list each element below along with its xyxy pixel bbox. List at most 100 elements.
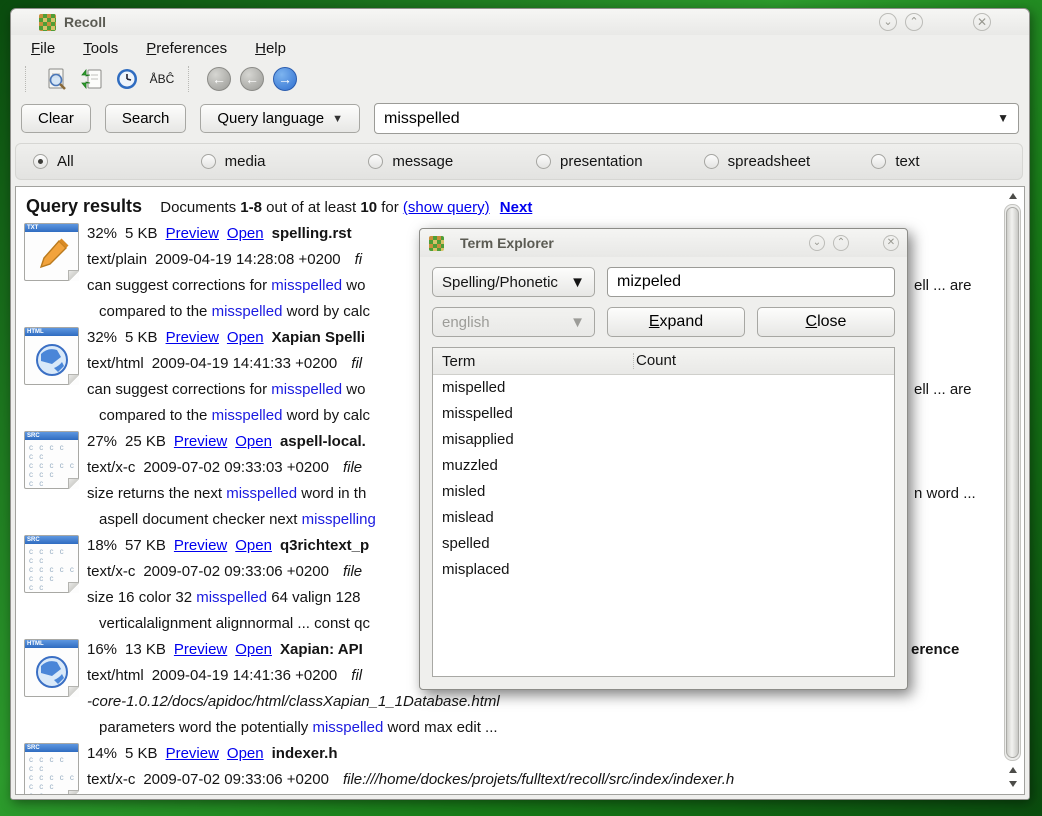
- file-url: file: [343, 563, 362, 580]
- filter-spreadsheet[interactable]: spreadsheet: [687, 153, 855, 170]
- dialog-controls: ⌄ ⌃ ✕: [809, 235, 899, 251]
- menu-preferences[interactable]: Preferences: [136, 38, 237, 59]
- file-size: 25 KB: [125, 433, 166, 450]
- maximize-button[interactable]: ⌃: [905, 13, 923, 31]
- preview-link[interactable]: Preview: [166, 329, 219, 346]
- filter-text[interactable]: text: [854, 153, 1022, 170]
- recoll-logo-icon: [429, 236, 444, 251]
- scroll-up-icon[interactable]: [1003, 763, 1022, 777]
- open-link[interactable]: Open: [235, 641, 272, 658]
- filter-presentation[interactable]: presentation: [519, 153, 687, 170]
- table-row[interactable]: mislead: [433, 505, 894, 531]
- scroll-up-icon[interactable]: [1003, 189, 1022, 203]
- column-term[interactable]: Term: [433, 353, 633, 370]
- term-explorer-abc-icon[interactable]: ÅBĈ: [149, 66, 175, 92]
- filter-all[interactable]: All: [16, 153, 184, 170]
- column-count[interactable]: Count: [633, 353, 766, 369]
- menu-file[interactable]: File: [21, 38, 65, 59]
- date: 2009-07-02 09:33:03 +0200: [143, 459, 329, 476]
- dialog-close-icon[interactable]: ✕: [883, 235, 899, 251]
- filter-radio-2[interactable]: [368, 154, 383, 169]
- date: 2009-04-19 14:41:36 +0200: [152, 667, 338, 684]
- document-preview-icon[interactable]: [44, 66, 70, 92]
- filter-media[interactable]: media: [184, 153, 352, 170]
- filter-radio-0[interactable]: [33, 154, 48, 169]
- file-url: file:///home/dockes/projets/fulltext/rec…: [343, 771, 734, 788]
- match-term: misspelled: [196, 589, 267, 606]
- file-url-continued: -core-1.0.12/docs/apidoc/html/classXapia…: [87, 693, 500, 710]
- relevance: 32%: [87, 329, 117, 346]
- open-link[interactable]: Open: [227, 745, 264, 762]
- result-title: Xapian Spelli: [272, 329, 365, 346]
- table-row[interactable]: misapplied: [433, 427, 894, 453]
- result-title: spelling.rst: [272, 225, 352, 242]
- next-page-link[interactable]: Next: [500, 199, 533, 216]
- close-button[interactable]: Close: [757, 307, 895, 337]
- scroll-down-icon[interactable]: [1003, 777, 1022, 791]
- table-row[interactable]: misplaced: [433, 557, 894, 583]
- show-query-link[interactable]: (show query): [403, 199, 490, 216]
- scrollbar-track[interactable]: [1004, 204, 1021, 761]
- scrollbar-thumb[interactable]: [1006, 207, 1019, 758]
- file-url: fil: [351, 355, 362, 372]
- filter-radio-4[interactable]: [704, 154, 719, 169]
- titlebar[interactable]: Recoll ⌄ ⌃ ✕: [11, 9, 1029, 35]
- dialog-maximize-button[interactable]: ⌃: [833, 235, 849, 251]
- term-input[interactable]: [607, 267, 895, 297]
- open-link[interactable]: Open: [235, 433, 272, 450]
- open-link[interactable]: Open: [227, 225, 264, 242]
- result-item: SRCc c c cc cc c c c cc c cc c 14%5 KBPr…: [16, 741, 1024, 795]
- title-fragment: erence: [911, 637, 959, 663]
- sort-order-icon[interactable]: [79, 66, 105, 92]
- dialog-titlebar[interactable]: Term Explorer ⌄ ⌃ ✕: [420, 229, 907, 257]
- minimize-button[interactable]: ⌄: [879, 13, 897, 31]
- preview-link[interactable]: Preview: [166, 745, 219, 762]
- open-link[interactable]: Open: [235, 537, 272, 554]
- dialog-minimize-button[interactable]: ⌄: [809, 235, 825, 251]
- results-scrollbar[interactable]: [1003, 189, 1022, 792]
- expand-button[interactable]: Expand: [607, 307, 745, 337]
- filter-radio-5[interactable]: [871, 154, 886, 169]
- result-title: q3richtext_p: [280, 537, 369, 554]
- search-input[interactable]: [374, 103, 1019, 134]
- table-row[interactable]: misled: [433, 479, 894, 505]
- file-size: 5 KB: [125, 225, 158, 242]
- nav-back-button[interactable]: ←: [240, 67, 264, 91]
- window-title: Recoll: [64, 14, 879, 30]
- table-row[interactable]: spelled: [433, 531, 894, 557]
- open-link[interactable]: Open: [227, 329, 264, 346]
- results-total: 10: [360, 199, 377, 216]
- menu-help[interactable]: Help: [245, 38, 296, 59]
- file-url: file: [343, 459, 362, 476]
- clear-button[interactable]: Clear: [21, 104, 91, 133]
- nav-first-button[interactable]: ←: [207, 67, 231, 91]
- relevance: 32%: [87, 225, 117, 242]
- filter-radio-3[interactable]: [536, 154, 551, 169]
- preview-link[interactable]: Preview: [166, 225, 219, 242]
- preview-link[interactable]: Preview: [174, 433, 227, 450]
- query-mode-select[interactable]: Query language ▼: [200, 104, 360, 133]
- date: 2009-07-02 09:33:06 +0200: [143, 771, 329, 788]
- history-clock-icon[interactable]: [114, 66, 140, 92]
- search-row: Clear Search Query language ▼ ▼: [11, 97, 1029, 138]
- close-button[interactable]: ✕: [973, 13, 991, 31]
- file-url: fil: [351, 667, 362, 684]
- table-row[interactable]: muzzled: [433, 453, 894, 479]
- mime-type: text/html: [87, 355, 144, 372]
- filter-message[interactable]: message: [351, 153, 519, 170]
- date: 2009-04-19 14:28:08 +0200: [155, 251, 341, 268]
- recoll-logo-icon: [39, 14, 56, 31]
- date: 2009-04-19 14:41:33 +0200: [152, 355, 338, 372]
- term-table: Term Count mispelled misspelled misappli…: [432, 347, 895, 677]
- menu-tools[interactable]: Tools: [73, 38, 128, 59]
- preview-link[interactable]: Preview: [174, 537, 227, 554]
- toolbar-separator: [25, 66, 31, 92]
- table-row[interactable]: misspelled: [433, 401, 894, 427]
- table-row[interactable]: mispelled: [433, 375, 894, 401]
- chevron-down-icon[interactable]: ▼: [997, 111, 1009, 125]
- filter-radio-1[interactable]: [201, 154, 216, 169]
- expand-mode-select[interactable]: Spelling/Phonetic▼: [432, 267, 595, 297]
- nav-forward-button[interactable]: →: [273, 67, 297, 91]
- preview-link[interactable]: Preview: [174, 641, 227, 658]
- search-button[interactable]: Search: [105, 104, 187, 133]
